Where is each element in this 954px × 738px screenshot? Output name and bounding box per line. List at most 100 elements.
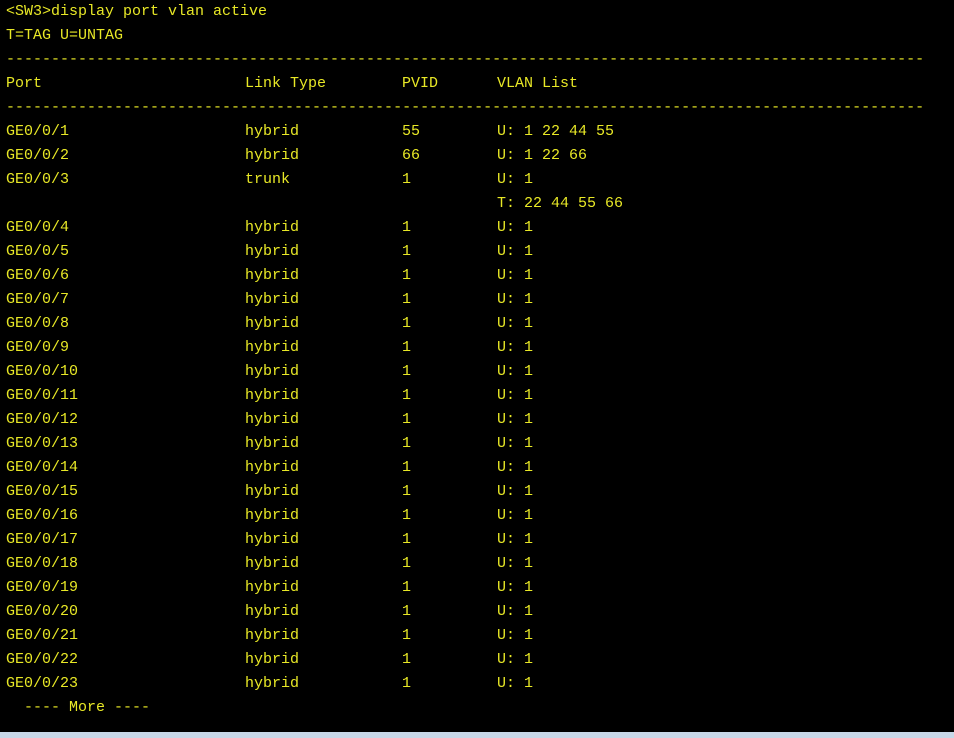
row-link-type: hybrid: [245, 387, 300, 404]
row-port: GE0/0/4: [6, 219, 70, 236]
row-pvid: 1: [402, 171, 412, 188]
row-port: GE0/0/2: [6, 147, 70, 164]
row-vlan-list: U: 1: [497, 339, 534, 356]
row-port: GE0/0/22: [6, 651, 79, 668]
row-link-type: hybrid: [245, 363, 300, 380]
row-link-type: hybrid: [245, 435, 300, 452]
row-port: GE0/0/3: [6, 171, 70, 188]
row-pvid: 1: [402, 483, 412, 500]
row-port: GE0/0/21: [6, 627, 79, 644]
row-port: GE0/0/20: [6, 603, 79, 620]
row-vlan-list: U: 1 22 44 55: [497, 123, 615, 140]
row-vlan-list: U: 1: [497, 579, 534, 596]
row-pvid: 1: [402, 411, 412, 428]
row-vlan-list: T: 22 44 55 66: [497, 195, 624, 212]
row-pvid: 1: [402, 459, 412, 476]
separator-bottom: ----------------------------------------…: [6, 99, 925, 116]
row-link-type: hybrid: [245, 555, 300, 572]
row-port: GE0/0/10: [6, 363, 79, 380]
row-port: GE0/0/9: [6, 339, 70, 356]
terminal-bottom-border: [0, 732, 954, 738]
row-link-type: hybrid: [245, 147, 300, 164]
row-link-type: hybrid: [245, 627, 300, 644]
row-port: GE0/0/12: [6, 411, 79, 428]
row-vlan-list: U: 1: [497, 651, 534, 668]
row-pvid: 1: [402, 387, 412, 404]
row-vlan-list: U: 1: [497, 555, 534, 572]
row-link-type: hybrid: [245, 507, 300, 524]
row-vlan-list: U: 1: [497, 315, 534, 332]
row-pvid: 1: [402, 291, 412, 308]
row-port: GE0/0/23: [6, 675, 79, 692]
row-vlan-list: U: 1: [497, 483, 534, 500]
row-link-type: hybrid: [245, 531, 300, 548]
row-pvid: 1: [402, 339, 412, 356]
row-port: GE0/0/8: [6, 315, 70, 332]
row-link-type: hybrid: [245, 219, 300, 236]
row-vlan-list: U: 1: [497, 219, 534, 236]
separator-top: ----------------------------------------…: [6, 51, 925, 68]
row-pvid: 1: [402, 435, 412, 452]
row-vlan-list: U: 1 22 66: [497, 147, 588, 164]
row-vlan-list: U: 1: [497, 435, 534, 452]
legend-line: T=TAG U=UNTAG: [6, 27, 124, 44]
row-link-type: hybrid: [245, 675, 300, 692]
row-pvid: 1: [402, 627, 412, 644]
row-vlan-list: U: 1: [497, 171, 534, 188]
row-vlan-list: U: 1: [497, 627, 534, 644]
row-pvid: 1: [402, 363, 412, 380]
row-port: GE0/0/15: [6, 483, 79, 500]
row-link-type: hybrid: [245, 291, 300, 308]
row-pvid: 1: [402, 507, 412, 524]
row-vlan-list: U: 1: [497, 291, 534, 308]
row-link-type: hybrid: [245, 123, 300, 140]
row-pvid: 1: [402, 579, 412, 596]
row-vlan-list: U: 1: [497, 411, 534, 428]
row-port: GE0/0/7: [6, 291, 70, 308]
row-vlan-list: U: 1: [497, 363, 534, 380]
row-port: GE0/0/11: [6, 387, 79, 404]
row-vlan-list: U: 1: [497, 243, 534, 260]
row-link-type: hybrid: [245, 603, 300, 620]
header-vlan-list: VLAN List: [497, 75, 579, 92]
row-link-type: hybrid: [245, 483, 300, 500]
row-vlan-list: U: 1: [497, 531, 534, 548]
header-pvid: PVID: [402, 75, 439, 92]
row-pvid: 1: [402, 651, 412, 668]
row-port: GE0/0/13: [6, 435, 79, 452]
row-vlan-list: U: 1: [497, 267, 534, 284]
row-port: GE0/0/19: [6, 579, 79, 596]
header-port: Port: [6, 75, 43, 92]
row-link-type: hybrid: [245, 339, 300, 356]
row-pvid: 1: [402, 603, 412, 620]
row-port: GE0/0/14: [6, 459, 79, 476]
row-pvid: 1: [402, 315, 412, 332]
row-pvid: 1: [402, 675, 412, 692]
row-vlan-list: U: 1: [497, 507, 534, 524]
row-port: GE0/0/1: [6, 123, 70, 140]
row-port: GE0/0/17: [6, 531, 79, 548]
row-pvid: 55: [402, 123, 421, 140]
table-header: Port Link Type PVID VLAN List: [6, 72, 578, 96]
row-port: GE0/0/16: [6, 507, 79, 524]
row-port: GE0/0/6: [6, 267, 70, 284]
row-pvid: 1: [402, 267, 412, 284]
row-vlan-list: U: 1: [497, 459, 534, 476]
row-link-type: hybrid: [245, 459, 300, 476]
row-pvid: 1: [402, 555, 412, 572]
more-prompt: ---- More ----: [6, 699, 151, 716]
row-pvid: 1: [402, 219, 412, 236]
row-link-type: hybrid: [245, 579, 300, 596]
row-vlan-list: U: 1: [497, 387, 534, 404]
row-vlan-list: U: 1: [497, 603, 534, 620]
row-link-type: trunk: [245, 171, 291, 188]
row-link-type: hybrid: [245, 243, 300, 260]
row-link-type: hybrid: [245, 651, 300, 668]
row-link-type: hybrid: [245, 411, 300, 428]
row-port: GE0/0/18: [6, 555, 79, 572]
row-port: GE0/0/5: [6, 243, 70, 260]
row-link-type: hybrid: [245, 315, 300, 332]
row-vlan-list: U: 1: [497, 675, 534, 692]
terminal-window[interactable]: <SW3>display port vlan active T=TAG U=UN…: [0, 0, 954, 732]
row-link-type: hybrid: [245, 267, 300, 284]
